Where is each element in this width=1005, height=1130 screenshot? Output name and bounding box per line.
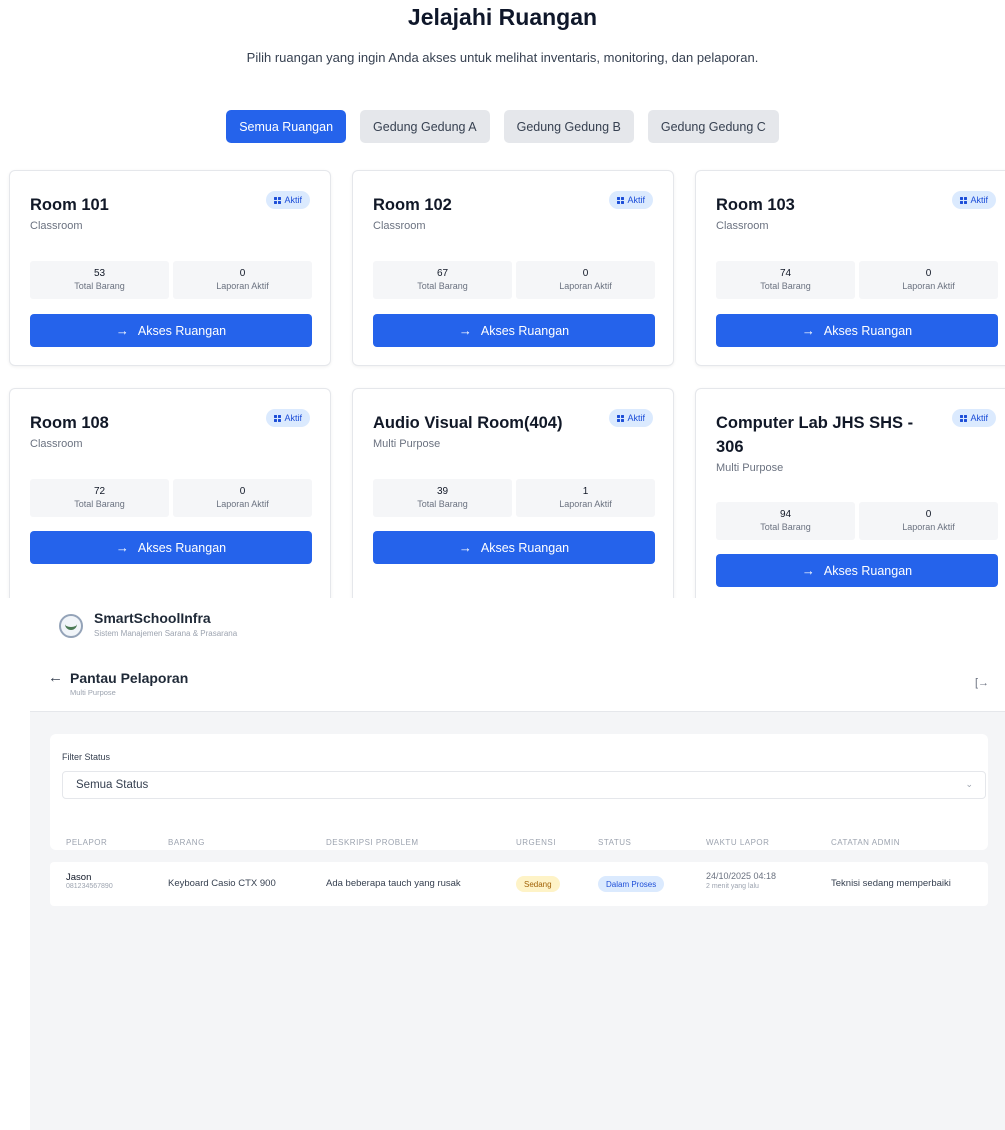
- active-reports-stat: 0 Laporan Aktif: [859, 261, 998, 299]
- room-card: Room 102 Classroom Aktif 67 Total Barang …: [352, 170, 674, 366]
- column-header-item: BARANG: [168, 838, 205, 847]
- page-title: Jelajahi Ruangan: [407, 4, 598, 30]
- room-card: Room 108 Classroom Aktif 72 Total Barang …: [9, 388, 331, 598]
- access-room-button[interactable]: → Akses Ruangan: [30, 531, 312, 564]
- status-badge: Aktif: [266, 191, 310, 209]
- filter-all-rooms[interactable]: Semua Ruangan: [226, 110, 347, 143]
- active-reports-stat: 0 Laporan Aktif: [173, 261, 312, 299]
- column-header-admin-note: CATATAN ADMIN: [831, 838, 901, 847]
- app-name: SmartSchoolInfra: [94, 610, 211, 626]
- building-filter-tabs: Semua Ruangan Gedung Gedung A Gedung Ged…: [0, 110, 1005, 143]
- report-time-ago: 2 menit yang lalu: [706, 883, 759, 890]
- grid-icon: [960, 196, 968, 204]
- active-reports-stat: 0 Laporan Aktif: [173, 479, 312, 517]
- total-items-stat: 53 Total Barang: [30, 261, 169, 299]
- column-header-reporter: PELAPOR: [66, 838, 108, 847]
- filter-status-label: Filter Status: [62, 752, 111, 762]
- report-monitor-panel: SmartSchoolInfra Sistem Manajemen Sarana…: [0, 598, 1005, 1130]
- access-room-button[interactable]: → Akses Ruangan: [373, 314, 655, 347]
- app-tagline: Sistem Manajemen Sarana & Prasarana: [94, 629, 238, 638]
- grid-icon: [617, 196, 625, 204]
- filter-building-c[interactable]: Gedung Gedung C: [647, 110, 779, 143]
- active-reports-stat: 0 Laporan Aktif: [516, 261, 655, 299]
- chevron-down-icon: ⌄: [965, 779, 973, 789]
- status-badge: Dalam Proses: [598, 876, 665, 892]
- arrow-right-icon: →: [801, 323, 815, 338]
- column-header-problem: DESKRIPSI PROBLEM: [326, 838, 419, 847]
- report-time: 24/10/2025 04:18: [706, 871, 777, 881]
- total-items-stat: 72 Total Barang: [30, 479, 169, 517]
- column-header-urgency: URGENSI: [516, 838, 556, 847]
- total-items-stat: 39 Total Barang: [373, 479, 512, 517]
- room-name: Room 108: [30, 414, 109, 432]
- status-badge: Aktif: [609, 409, 653, 427]
- arrow-right-icon: →: [115, 323, 129, 338]
- room-name: Room 101: [30, 196, 109, 214]
- room-card: Audio Visual Room(404) Multi Purpose Akt…: [352, 388, 674, 598]
- arrow-right-icon: →: [115, 540, 129, 555]
- active-reports-stat: 1 Laporan Aktif: [516, 479, 655, 517]
- monitor-title: Pantau Pelaporan: [70, 670, 189, 686]
- grid-icon: [960, 414, 968, 422]
- logout-icon[interactable]: [→: [975, 677, 989, 689]
- room-type: Classroom: [30, 438, 83, 450]
- access-room-button[interactable]: → Akses Ruangan: [373, 531, 655, 564]
- problem-description: Ada beberapa tauch yang rusak: [326, 878, 461, 889]
- status-filter-select[interactable]: Semua Status ⌄: [62, 771, 986, 799]
- item-name: Keyboard Casio CTX 900: [168, 878, 276, 889]
- admin-note: Teknisi sedang memperbaiki: [831, 878, 951, 889]
- access-room-button[interactable]: → Akses Ruangan: [716, 314, 998, 347]
- arrow-left-icon[interactable]: ←: [48, 669, 63, 686]
- room-explorer-panel: Jelajahi Ruangan Pilih ruangan yang ingi…: [0, 0, 1005, 598]
- access-room-button[interactable]: → Akses Ruangan: [716, 554, 998, 587]
- room-card: Room 103 Classroom Aktif 74 Total Barang …: [695, 170, 1005, 366]
- grid-icon: [274, 414, 282, 422]
- status-badge: Aktif: [952, 191, 996, 209]
- total-items-stat: 74 Total Barang: [716, 261, 855, 299]
- room-name: Room 103: [716, 196, 795, 214]
- status-badge: Aktif: [952, 409, 996, 427]
- status-filter-value: Semua Status: [76, 779, 149, 791]
- grid-icon: [274, 196, 282, 204]
- room-type: Multi Purpose: [373, 438, 441, 450]
- room-name: Computer Lab JHS SHS - 306: [716, 414, 914, 456]
- monitor-subtitle: Multi Purpose: [70, 688, 116, 697]
- arrow-right-icon: →: [801, 563, 815, 578]
- urgency-badge: Sedang: [516, 876, 560, 892]
- filter-building-b[interactable]: Gedung Gedung B: [503, 110, 634, 143]
- school-logo-icon: [59, 614, 83, 638]
- reporter-name: Jason: [66, 872, 92, 883]
- room-card: Room 101 Classroom Aktif 53 Total Barang …: [9, 170, 331, 366]
- status-badge: Aktif: [609, 191, 653, 209]
- active-reports-stat: 0 Laporan Aktif: [859, 502, 998, 540]
- reporter-id: 081234567890: [66, 883, 113, 890]
- arrow-right-icon: →: [458, 540, 472, 555]
- column-header-status: STATUS: [598, 838, 632, 847]
- status-badge: Aktif: [266, 409, 310, 427]
- room-type: Classroom: [716, 220, 769, 232]
- grid-icon: [617, 414, 625, 422]
- room-name: Room 102: [373, 196, 452, 214]
- total-items-stat: 94 Total Barang: [716, 502, 855, 540]
- room-type: Multi Purpose: [716, 462, 784, 474]
- page-subtitle: Pilih ruangan yang ingin Anda akses untu…: [246, 50, 759, 65]
- column-header-time: WAKTU LAPOR: [706, 838, 770, 847]
- room-type: Classroom: [30, 220, 83, 232]
- arrow-right-icon: →: [458, 323, 472, 338]
- room-card: Computer Lab JHS SHS - 306 Multi Purpose…: [695, 388, 1005, 598]
- room-name: Audio Visual Room(404): [373, 414, 563, 432]
- filter-building-a[interactable]: Gedung Gedung A: [360, 110, 490, 143]
- access-room-button[interactable]: → Akses Ruangan: [30, 314, 312, 347]
- total-items-stat: 67 Total Barang: [373, 261, 512, 299]
- room-type: Classroom: [373, 220, 426, 232]
